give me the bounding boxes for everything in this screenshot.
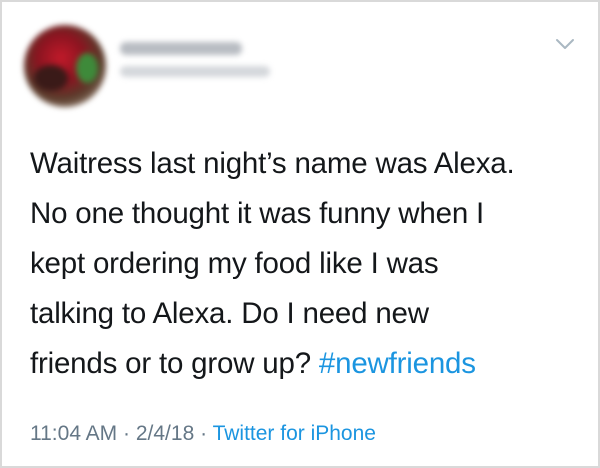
tweet-date[interactable]: 2/4/18 xyxy=(136,422,194,445)
avatar-leaf xyxy=(76,53,98,83)
tweet-card: Waitress last night’s name was Alexa. No… xyxy=(0,0,600,468)
tweet-meta: 11:04 AM · 2/4/18 · Twitter for iPhone xyxy=(30,422,376,446)
tweet-text: Waitress last night’s name was Alexa. No… xyxy=(30,139,585,389)
tweet-line: kept ordering my food like I was xyxy=(30,247,439,280)
tweet-line: talking to Alexa. Do I need new xyxy=(30,297,429,330)
author-handle-blurred[interactable] xyxy=(120,66,270,77)
tweet-line: No one thought it was funny when I xyxy=(30,197,485,230)
avatar-shadow xyxy=(34,65,68,91)
tweet-line: Waitress last night’s name was Alexa. xyxy=(30,147,515,180)
tweet-line: friends or to grow up? xyxy=(30,347,319,380)
tweet-source-link[interactable]: Twitter for iPhone xyxy=(213,422,376,445)
hashtag-link[interactable]: #newfriends xyxy=(319,347,476,380)
author-name-blurred[interactable] xyxy=(120,42,242,55)
meta-separator: · xyxy=(200,422,208,445)
author-info[interactable] xyxy=(120,42,280,86)
avatar[interactable] xyxy=(24,25,106,107)
meta-separator: · xyxy=(123,422,131,445)
tweet-time[interactable]: 11:04 AM xyxy=(30,422,117,445)
chevron-down-icon[interactable] xyxy=(555,37,575,51)
tweet-header xyxy=(2,2,598,112)
